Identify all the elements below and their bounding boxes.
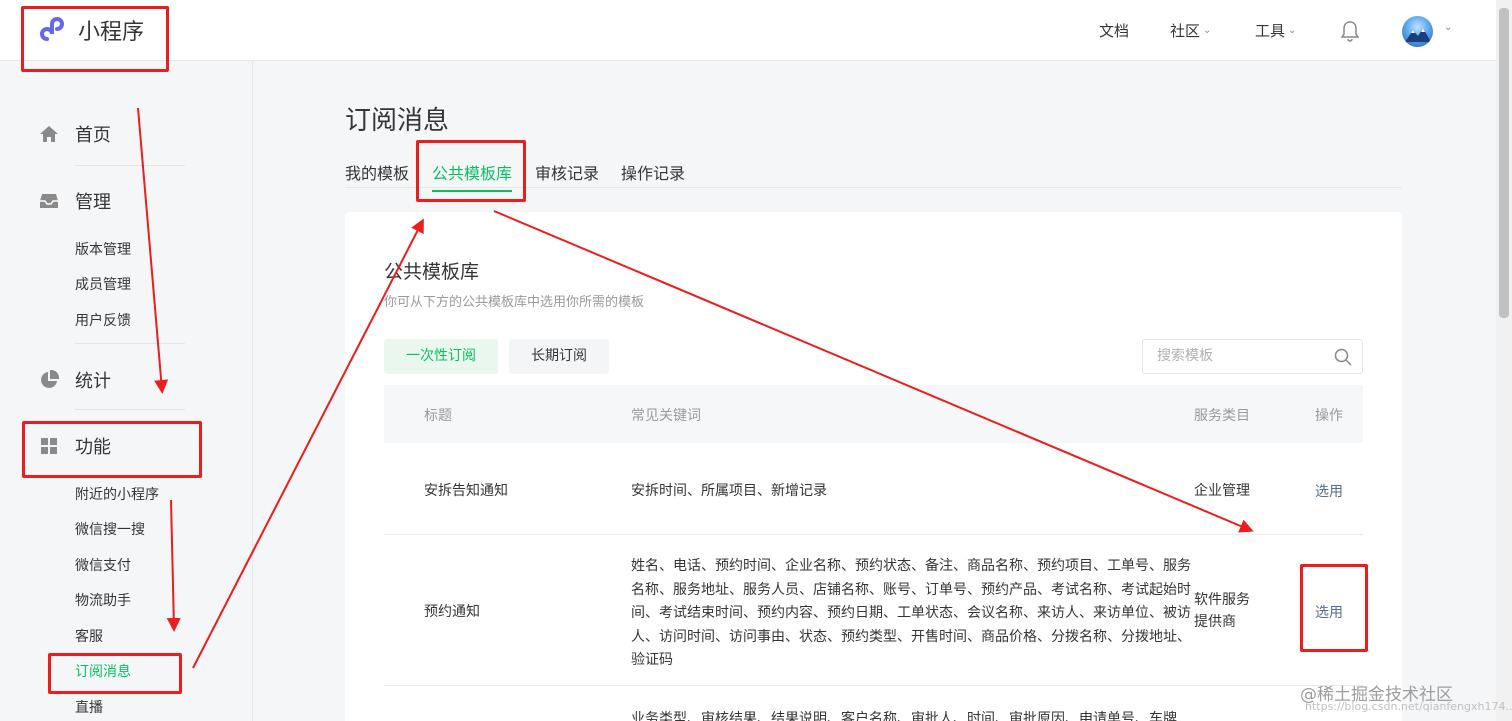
tab-operation-records[interactable]: 操作记录 (621, 160, 685, 190)
library-subtitle: 你可从下方的公共模板库中选用你所需的模板 (384, 295, 645, 310)
sidebar-item-label: 管理 (75, 192, 111, 213)
sidebar-item-label: 功能 (75, 437, 111, 458)
sidebar-item-pay[interactable]: 微信支付 (75, 555, 131, 575)
keywords-line: 姓名、电话、预约时间、企业名称、预约状态、备注、商品名称、预约项目、工单号、服务 (631, 558, 1191, 574)
segment-long-term[interactable]: 长期订阅 (509, 339, 609, 374)
sidebar-item-feedback[interactable]: 用户反馈 (75, 310, 131, 330)
nav-community-label: 社区 (1170, 22, 1201, 40)
table-row: 预约通知 姓名、电话、预约时间、企业名称、预约状态、备注、商品名称、预约项目、工… (384, 535, 1363, 686)
chevron-down-icon: ⌄ (1288, 25, 1297, 36)
sidebar-item-search[interactable]: 微信搜一搜 (75, 519, 145, 539)
sidebar-item-service[interactable]: 客服 (75, 626, 103, 646)
avatar[interactable] (1402, 16, 1433, 47)
sidebar-item-stats[interactable]: 统计 (38, 367, 111, 393)
tab-review-records[interactable]: 审核记录 (535, 160, 599, 190)
search-input[interactable] (1157, 348, 1327, 364)
divider (75, 343, 185, 344)
sidebar-item-manage[interactable]: 管理 (38, 188, 111, 214)
scrollbar-thumb[interactable] (1499, 8, 1509, 318)
divider (75, 409, 185, 410)
logo-text: 小程序 (78, 20, 145, 45)
row-keywords: 业务类型、审核结果、结果说明、客户名称、审批人、时间、审批原因、申请单号、车牌 (631, 711, 1177, 721)
sidebar-item-nearby[interactable]: 附近的小程序 (75, 484, 159, 504)
pie-chart-icon (38, 369, 60, 391)
divider (75, 165, 185, 166)
sidebar-item-subscribe[interactable]: 订阅消息 (75, 661, 131, 681)
sidebar-item-members[interactable]: 成员管理 (75, 274, 131, 294)
sidebar-item-label: 统计 (75, 371, 111, 392)
column-category: 服务类目 (1194, 408, 1250, 424)
sidebar-item-logistics[interactable]: 物流助手 (75, 590, 131, 610)
row-keywords: 安拆时间、所属项目、新增记录 (631, 483, 827, 499)
tab-public-library[interactable]: 公共模板库 (432, 160, 513, 192)
inbox-icon (38, 190, 60, 212)
search-icon[interactable] (1334, 348, 1352, 370)
table-header: 标题 常见关键词 服务类目 操作 (384, 385, 1363, 443)
nav-tools-label: 工具 (1255, 22, 1286, 40)
chevron-down-icon[interactable]: ⌄ (1444, 22, 1452, 33)
nav-docs-label: 文档 (1099, 22, 1130, 40)
select-button[interactable]: 选用 (1315, 481, 1343, 501)
column-action: 操作 (1315, 408, 1343, 424)
table-row: 安拆告知通知 安拆时间、所属项目、新增记录 企业管理 选用 (384, 443, 1363, 535)
tab-my-templates[interactable]: 我的模板 (345, 160, 409, 190)
row-title: 预约通知 (424, 604, 480, 620)
bell-icon[interactable] (1340, 20, 1360, 46)
grid-icon (38, 435, 60, 457)
category-line: 提供商 (1194, 614, 1236, 630)
chevron-down-icon: ⌄ (1203, 25, 1212, 36)
sidebar-item-live[interactable]: 直播 (75, 697, 103, 717)
tab-bar: 我的模板 公共模板库 审核记录 操作记录 (345, 160, 1402, 192)
row-category: 企业管理 (1194, 483, 1250, 499)
mini-program-logo-icon (40, 17, 64, 41)
template-search (1142, 339, 1363, 374)
keywords-line: 名称、服务地址、服务人员、店铺名称、账号、订单号、预约产品、考试名称、考试起始时 (631, 581, 1191, 598)
sidebar-item-version[interactable]: 版本管理 (75, 239, 131, 259)
keywords-line: 间、考试结束时间、预约内容、预约日期、工单状态、会议名称、来访人、来访单位、被访 (631, 605, 1191, 621)
sidebar-item-home[interactable]: 首页 (38, 121, 111, 147)
select-button[interactable]: 选用 (1315, 602, 1343, 622)
segment-one-time[interactable]: 一次性订阅 (384, 339, 498, 374)
row-title: 安拆告知通知 (424, 483, 508, 499)
nav-community[interactable]: 社区 ⌄ (1170, 20, 1211, 41)
page-title: 订阅消息 (345, 106, 450, 136)
row-keywords: 姓名、电话、预约时间、企业名称、预约状态、备注、商品名称、预约项目、工单号、服务… (631, 555, 1191, 673)
category-line: 软件服务 (1194, 592, 1250, 608)
sidebar-item-label: 首页 (75, 125, 111, 146)
home-icon (38, 123, 60, 145)
nav-tools[interactable]: 工具 ⌄ (1255, 20, 1296, 41)
top-header: 小程序 文档 社区 ⌄ 工具 ⌄ ⌄ (0, 0, 1496, 61)
column-title: 标题 (424, 408, 452, 424)
table-row: 业务类型、审核结果、结果说明、客户名称、审批人、时间、审批原因、申请单号、车牌 (384, 686, 1363, 721)
watermark-url: https://blog.csdn.net/qianfengxh174... (1305, 700, 1512, 713)
sidebar-item-features[interactable]: 功能 (38, 433, 111, 459)
nav-docs[interactable]: 文档 (1099, 20, 1129, 41)
keywords-line: 人、访问时间、访问事由、状态、预约类型、开售时间、商品价格、分拨名称、分拨地址、 (631, 628, 1191, 645)
keywords-line: 验证码 (631, 652, 673, 668)
column-keywords: 常见关键词 (631, 408, 701, 424)
library-title: 公共模板库 (384, 261, 480, 283)
mini-program-logo[interactable]: 小程序 (38, 14, 144, 46)
row-category: 软件服务 提供商 (1194, 589, 1250, 633)
